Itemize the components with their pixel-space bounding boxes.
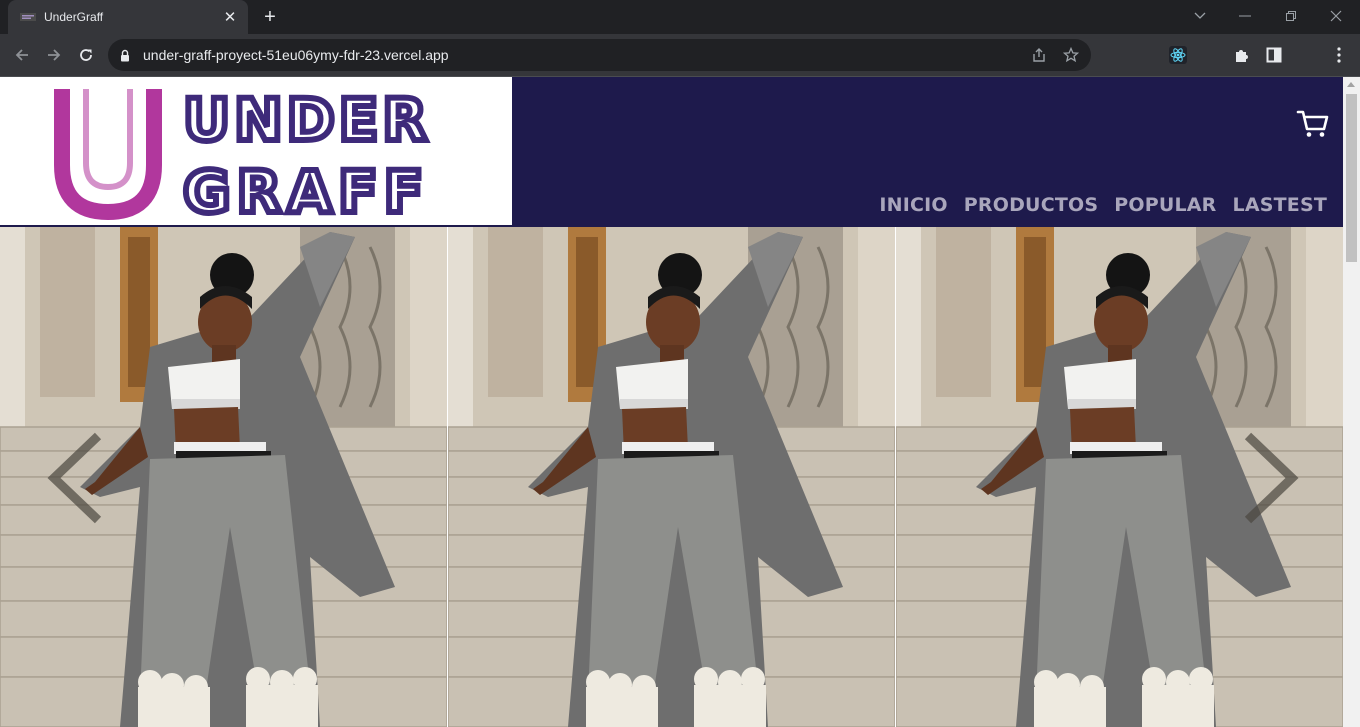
tab-search-chevron-icon[interactable] — [1188, 4, 1212, 28]
logo-line1: UNDER — [183, 86, 431, 154]
menu-kebab-icon[interactable] — [1327, 43, 1351, 67]
main-nav: INICIO PRODUCTOS POPULAR LASTEST — [879, 194, 1327, 216]
nav-link-productos[interactable]: PRODUCTOS — [964, 194, 1098, 216]
browser-tab-active[interactable]: UnderGraff ✕ — [8, 0, 248, 34]
page-viewport: UNDER GRAFF INICIO PRODUCTOS POPULAR LAS… — [0, 77, 1343, 727]
tab-title: UnderGraff — [44, 10, 104, 24]
page-scrollbar[interactable] — [1343, 77, 1360, 727]
site-header: UNDER GRAFF INICIO PRODUCTOS POPULAR LAS… — [0, 77, 1343, 229]
extensions-puzzle-icon[interactable] — [1230, 43, 1254, 67]
brand-logo[interactable]: UNDER GRAFF — [0, 77, 512, 229]
nav-link-popular[interactable]: POPULAR — [1114, 194, 1216, 216]
share-icon[interactable] — [1027, 43, 1051, 67]
address-bar[interactable]: under-graff-proyect-51eu06ymy-fdr-23.ver… — [108, 39, 1091, 71]
hero-carousel — [0, 227, 1343, 727]
browser-tabstrip: UnderGraff ✕ + — [0, 0, 1360, 34]
back-icon[interactable] — [9, 42, 35, 68]
new-tab-icon[interactable]: + — [258, 5, 282, 29]
minimize-icon[interactable] — [1233, 4, 1257, 28]
lock-icon[interactable] — [120, 49, 134, 62]
browser-toolbar: under-graff-proyect-51eu06ymy-fdr-23.ver… — [0, 34, 1360, 76]
reload-icon[interactable] — [73, 42, 99, 68]
close-window-icon[interactable] — [1324, 4, 1348, 28]
forward-icon[interactable] — [41, 42, 67, 68]
site-favicon-icon — [20, 9, 36, 25]
carousel-prev-arrow-icon[interactable] — [46, 432, 106, 524]
carousel-slide-image — [448, 227, 895, 727]
close-tab-icon[interactable]: ✕ — [220, 7, 240, 27]
restore-icon[interactable] — [1279, 4, 1303, 28]
scroll-up-arrow-icon[interactable] — [1347, 82, 1355, 87]
scrollbar-thumb[interactable] — [1346, 94, 1357, 262]
cart-icon[interactable] — [1296, 107, 1330, 139]
nav-link-inicio[interactable]: INICIO — [879, 194, 947, 216]
url-text[interactable]: under-graff-proyect-51eu06ymy-fdr-23.ver… — [143, 47, 1027, 63]
carousel-next-arrow-icon[interactable] — [1240, 432, 1300, 524]
logo-line2: GRAFF — [183, 158, 429, 225]
nav-link-lastest[interactable]: LASTEST — [1233, 194, 1327, 216]
bookmark-star-icon[interactable] — [1059, 43, 1083, 67]
side-panel-icon[interactable] — [1262, 43, 1286, 67]
react-devtools-icon[interactable] — [1166, 43, 1190, 67]
